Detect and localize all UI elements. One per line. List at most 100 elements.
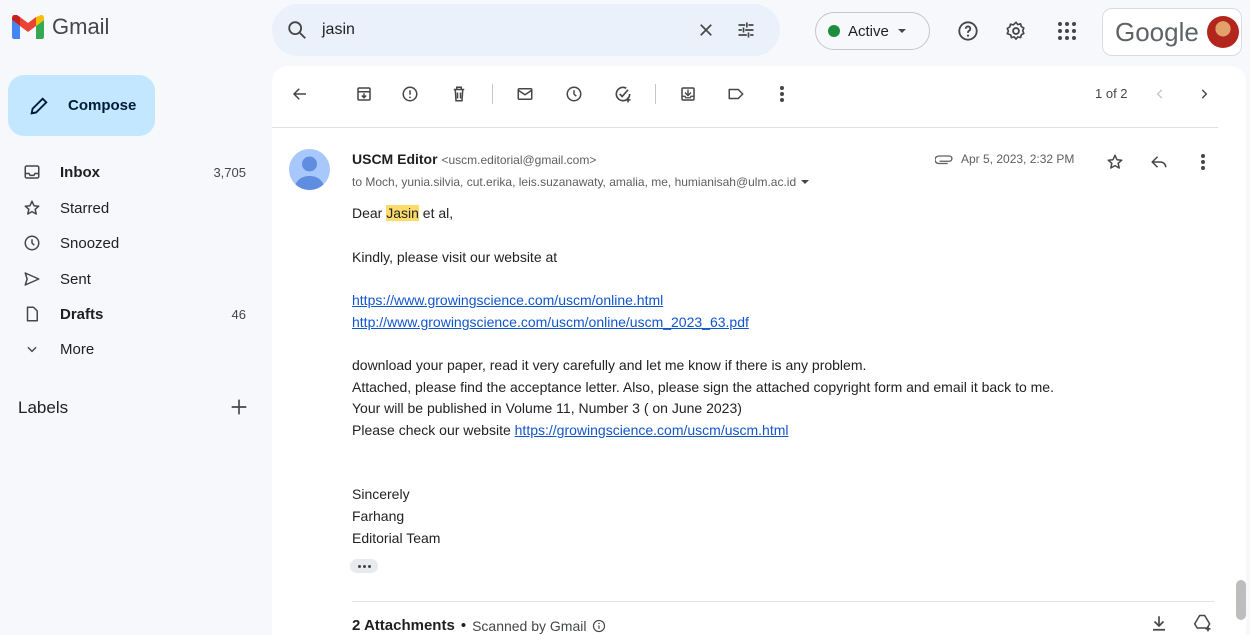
attachments-header: 2 Attachments • Scanned by Gmail [352,617,606,634]
caret-down-icon[interactable] [800,177,810,187]
report-spam-button[interactable] [392,76,428,112]
sidebar-item-label: Snoozed [60,234,120,252]
status-label: Active [848,22,889,40]
sender-avatar[interactable] [289,149,330,190]
compose-label: Compose [68,97,137,114]
sidebar-item-label: Drafts [60,305,104,323]
back-button[interactable] [282,76,318,112]
clear-search-button[interactable] [686,10,726,50]
star-button[interactable] [1101,150,1129,174]
sidebar-item-sent[interactable]: Sent [0,262,262,296]
create-label-button[interactable] [228,396,250,418]
greeting-post: et al, [418,205,454,221]
archive-icon [357,87,371,101]
search-icon[interactable] [286,19,308,41]
clock-icon [566,86,582,102]
caret-down-icon [897,29,906,33]
greeting-pre: Dear [352,205,387,221]
sidebar-item-inbox[interactable]: Inbox 3,705 [0,155,262,189]
draft-icon [26,306,38,322]
website-link[interactable]: https://www.growingscience.com/uscm/onli… [352,292,663,308]
gmail-logo[interactable]: Gmail [12,14,109,40]
check-text: Please check our website [352,422,515,438]
person-icon [294,156,325,190]
message-more-button[interactable] [1189,150,1217,174]
plus-icon [231,399,247,415]
sender-name[interactable]: USCM Editor [352,151,438,167]
arrow-left-icon [292,88,306,100]
chevron-right-icon [1201,89,1208,99]
inbox-icon [24,165,40,179]
sidebar-item-snoozed[interactable]: Snoozed [0,226,262,260]
link-online[interactable]: https://www.growingscience.com/uscm/onli… [352,292,663,308]
search-options-button[interactable] [726,10,766,50]
gear-icon [1006,21,1025,40]
labels-heading: Labels [18,398,69,417]
attachments-divider [352,601,1214,602]
body-line-visit: Kindly, please visit our website at [352,249,558,265]
body-line-check: Please check our website https://growing… [352,422,789,438]
more-vert-icon [780,86,784,102]
scrollbar-thumb[interactable] [1236,580,1246,620]
status-dot-icon [828,25,840,37]
avatar[interactable] [1206,16,1239,48]
search-input[interactable]: jasin [322,21,686,39]
sidebar-item-drafts[interactable]: Drafts 46 [0,297,262,331]
google-brand: Google [1115,16,1199,47]
scan-text: Scanned by Gmail [472,617,587,634]
newer-button[interactable] [1142,76,1178,112]
status-dropdown[interactable]: Active [815,12,930,50]
show-trimmed-button[interactable] [350,559,378,573]
sidebar-item-count: 3,705 [213,164,246,180]
help-icon [958,21,978,41]
add-to-tasks-button[interactable] [605,76,641,112]
add-to-drive-button[interactable] [1193,613,1213,633]
recipients-text: to Moch, yunia.silvia, cut.erika, leis.s… [352,175,797,189]
more-vert-icon [1201,154,1205,170]
info-icon[interactable] [592,619,606,633]
reply-icon [1151,156,1167,168]
link-uscm[interactable]: https://growingscience.com/uscm/uscm.htm… [515,422,789,438]
sidebar-item-starred[interactable]: Starred [0,191,262,225]
sidebar-item-label: Starred [60,199,110,217]
chevron-down-icon [27,346,37,353]
help-button[interactable] [948,11,988,51]
chevron-left-icon [1156,89,1163,99]
apps-button[interactable] [1047,11,1087,51]
sidebar-item-label: Sent [60,270,91,288]
download-icon [1153,616,1165,631]
labels-button[interactable] [718,76,754,112]
date-line: Apr 5, 2023, 2:32 PM [935,152,1074,166]
drive-add-icon [1193,614,1211,632]
star-icon [1107,154,1123,169]
more-options-button[interactable] [764,76,800,112]
link-pdf[interactable]: http://www.growingscience.com/uscm/onlin… [352,314,749,330]
sidebar-item-more[interactable]: More [0,332,262,366]
sidebar-item-label: Inbox [60,163,100,181]
trash-icon [453,86,465,102]
recipients-line[interactable]: to Moch, yunia.silvia, cut.erika, leis.s… [352,175,810,189]
toolbar-divider [492,84,493,104]
star-icon [24,200,40,215]
pdf-link[interactable]: http://www.growingscience.com/uscm/onlin… [352,314,749,330]
download-all-button[interactable] [1150,614,1168,632]
archive-button[interactable] [346,76,382,112]
sidebar-item-count: 46 [231,306,246,322]
reply-button[interactable] [1145,150,1173,174]
compose-button[interactable]: Compose [8,75,155,136]
tune-icon [738,22,754,38]
sender-email: <uscm.editorial@gmail.com> [441,153,597,167]
attachments-count: 2 Attachments [352,617,455,634]
move-to-button[interactable] [670,76,706,112]
mark-unread-button[interactable] [507,76,543,112]
snooze-button[interactable] [556,76,592,112]
sidebar-item-label: More [60,340,95,358]
app-name: Gmail [52,14,110,39]
search-bar[interactable]: jasin [272,4,780,56]
add-task-icon [615,86,631,103]
delete-button[interactable] [441,76,477,112]
gmail-m-icon [12,15,44,39]
older-button[interactable] [1186,76,1222,112]
account-switcher[interactable]: Google [1102,8,1242,56]
settings-button[interactable] [996,11,1036,51]
